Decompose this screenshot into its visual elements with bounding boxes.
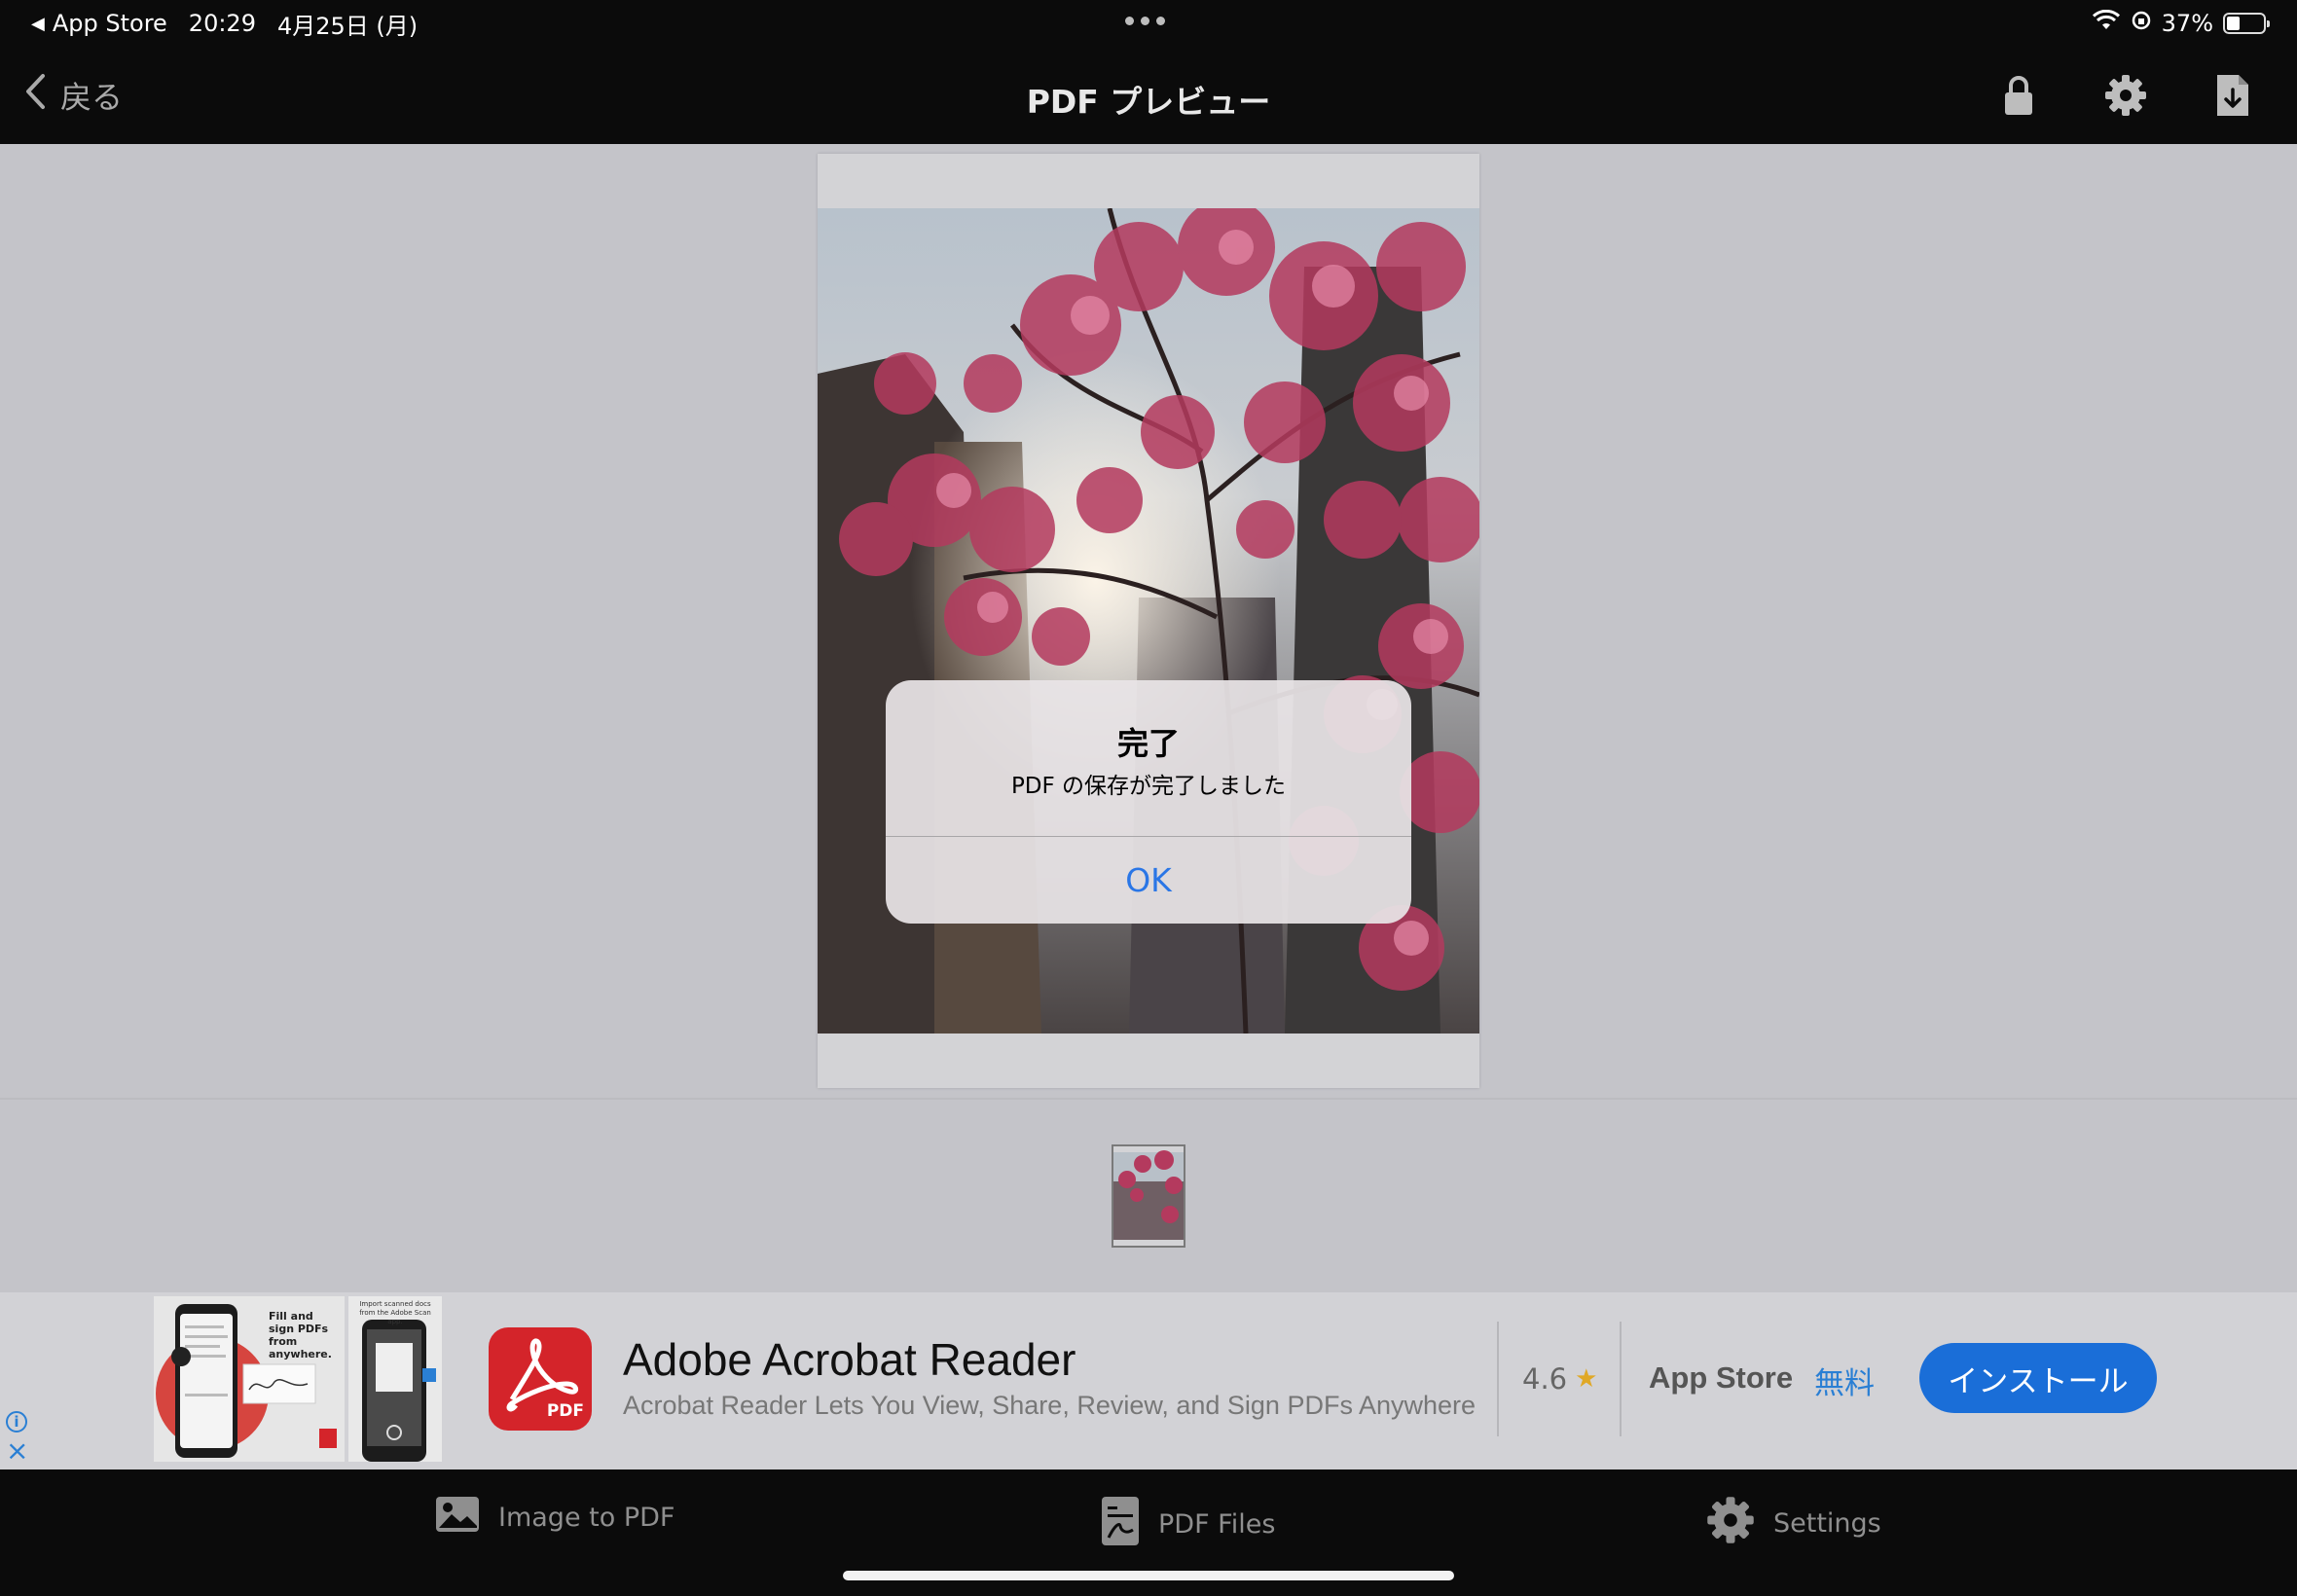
- thumbnail-strip: [0, 1100, 2297, 1294]
- ad-subtitle: Acrobat Reader Lets You View, Share, Rev…: [623, 1391, 1477, 1420]
- status-date: 4月25日 (月): [276, 12, 419, 40]
- completion-alert: 完了 PDF の保存が完了しました OK: [886, 680, 1411, 924]
- install-button[interactable]: インストール: [1919, 1343, 2157, 1413]
- status-back-to-app[interactable]: ◀ App Store: [31, 10, 167, 37]
- orientation-lock-icon: [2131, 10, 2152, 37]
- ad-screenshot-2: Import scanned docs from the Adobe Scan …: [348, 1296, 442, 1462]
- tab-settings[interactable]: Settings: [1705, 1495, 1881, 1552]
- file-download-icon[interactable]: [2206, 70, 2260, 121]
- pdf-files-icon: [1100, 1495, 1141, 1554]
- acrobat-logo[interactable]: PDF: [489, 1327, 592, 1431]
- acrobat-logo-label: PDF: [546, 1401, 584, 1421]
- ad-screenshot-1: Fill and sign PDFs from anywhere.: [154, 1296, 345, 1462]
- tab-image-to-pdf-label: Image to PDF: [498, 1503, 675, 1533]
- home-indicator[interactable]: [843, 1571, 1454, 1580]
- ok-button[interactable]: OK: [886, 837, 1411, 924]
- ad-banner[interactable]: i × Fill and sign PDFs from anywhere. Im…: [0, 1292, 2297, 1469]
- navigation-bar: 戻る PDF プレビュー: [0, 47, 2297, 144]
- ad-divider: [1620, 1322, 1622, 1436]
- multitasking-dots-icon[interactable]: [1125, 17, 1165, 25]
- pdf-page[interactable]: [818, 154, 1479, 1088]
- ad-rating-value: 4.6: [1522, 1362, 1568, 1396]
- ad-price: 無料: [1814, 1366, 1875, 1401]
- ad-store-label: App Store: [1649, 1360, 1794, 1395]
- page-thumbnail[interactable]: [1112, 1144, 1185, 1248]
- battery-percent: 37%: [2161, 10, 2213, 37]
- status-time: 20:29: [188, 10, 256, 37]
- image-icon: [434, 1495, 481, 1541]
- battery-icon: [2223, 13, 2270, 34]
- tab-image-to-pdf[interactable]: Image to PDF: [434, 1495, 675, 1541]
- tab-pdf-files[interactable]: PDF Files: [1100, 1495, 1275, 1554]
- gear-icon: [1705, 1495, 1756, 1552]
- alert-title: 完了: [1116, 725, 1180, 762]
- wifi-icon: [2092, 9, 2121, 37]
- tab-pdf-files-label: PDF Files: [1158, 1509, 1276, 1540]
- page-title: PDF プレビュー: [1026, 83, 1271, 121]
- tab-settings-label: Settings: [1773, 1508, 1881, 1539]
- ad-info-icon[interactable]: i: [6, 1411, 27, 1433]
- alert-message: PDF の保存が完了しました: [1010, 774, 1287, 799]
- ad-screenshot-1-caption: Fill and sign PDFs from anywhere.: [269, 1310, 332, 1360]
- back-triangle-icon: ◀: [31, 13, 45, 34]
- status-back-app-label: App Store: [52, 10, 167, 37]
- status-bar: ◀ App Store 20:29 4月25日 (月) 37%: [0, 0, 2297, 47]
- pdf-preview-area[interactable]: [0, 144, 2297, 1098]
- ad-screenshot-2-caption: Import scanned docs from the Adobe Scan …: [359, 1300, 431, 1325]
- ad-close-icon[interactable]: ×: [6, 1437, 29, 1465]
- ad-app-name[interactable]: Adobe Acrobat Reader: [623, 1333, 1076, 1386]
- lock-icon[interactable]: [1991, 70, 2046, 121]
- star-icon: ★: [1575, 1364, 1598, 1394]
- gear-icon[interactable]: [2098, 70, 2153, 121]
- ad-rating: 4.6 ★: [1522, 1362, 1597, 1396]
- ad-divider: [1497, 1322, 1499, 1436]
